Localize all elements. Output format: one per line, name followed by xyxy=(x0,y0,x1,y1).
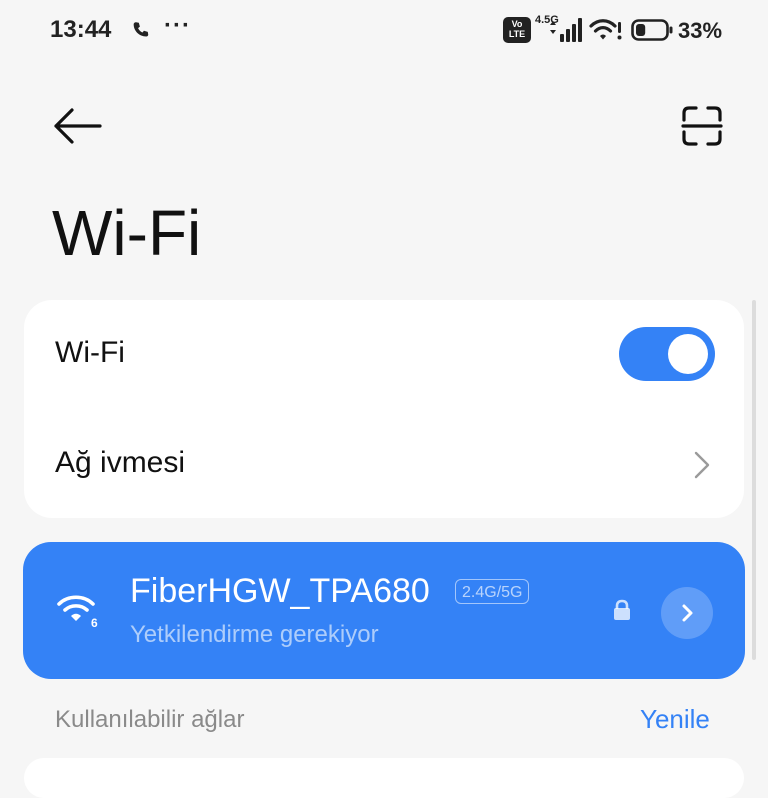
wifi-icon xyxy=(589,19,622,40)
network-acceleration-label: Ağ ivmesi xyxy=(55,446,186,479)
wifi-toggle-label: Wi-Fi xyxy=(55,336,125,369)
scrollbar[interactable] xyxy=(752,300,756,660)
volte-icon: Vo LTE xyxy=(503,17,531,43)
status-time: 13:44 xyxy=(50,16,112,43)
current-network-item[interactable]: 6 FiberHGW_TPA680 2.4G/5G Yetkilendirme … xyxy=(23,542,745,679)
back-button[interactable] xyxy=(50,100,106,152)
band-badge: 2.4G/5G xyxy=(455,579,530,604)
wifi-6-badge: 6 xyxy=(91,616,98,630)
phone-icon xyxy=(133,22,149,37)
arrow-left-icon xyxy=(54,108,102,144)
battery-icon xyxy=(631,19,673,41)
wifi-toggle-row[interactable]: Wi-Fi xyxy=(24,300,744,408)
refresh-button[interactable]: Yenile xyxy=(640,704,710,735)
chevron-right-icon xyxy=(694,451,710,479)
scan-qr-button[interactable] xyxy=(675,100,729,152)
available-networks-label: Kullanılabilir ağlar xyxy=(55,706,245,733)
volte-top-text: Vo xyxy=(511,19,523,29)
lock-icon xyxy=(614,599,630,620)
wifi-6-icon: 6 xyxy=(57,595,98,630)
signal-icon xyxy=(550,18,582,42)
network-acceleration-row[interactable]: Ağ ivmesi xyxy=(24,410,744,518)
network-ssid: FiberHGW_TPA680 xyxy=(130,572,430,610)
status-bar: 13:44 ··· Vo LTE 4.5G 33% xyxy=(0,0,768,62)
network-status: Yetkilendirme gerekiyor xyxy=(130,621,379,648)
more-notifications-icon: ··· xyxy=(164,12,191,39)
available-networks-card xyxy=(24,758,744,798)
scan-qr-icon xyxy=(681,106,723,146)
page-title: Wi-Fi xyxy=(52,197,202,269)
battery-percent: 33% xyxy=(678,18,723,43)
wifi-settings-card: Wi-Fi Ağ ivmesi xyxy=(24,300,744,518)
chevron-right-icon xyxy=(682,604,693,622)
wifi-toggle-switch[interactable] xyxy=(619,327,715,381)
toggle-knob xyxy=(668,334,708,374)
volte-bottom-text: LTE xyxy=(508,29,526,39)
network-details-button[interactable] xyxy=(661,587,713,639)
